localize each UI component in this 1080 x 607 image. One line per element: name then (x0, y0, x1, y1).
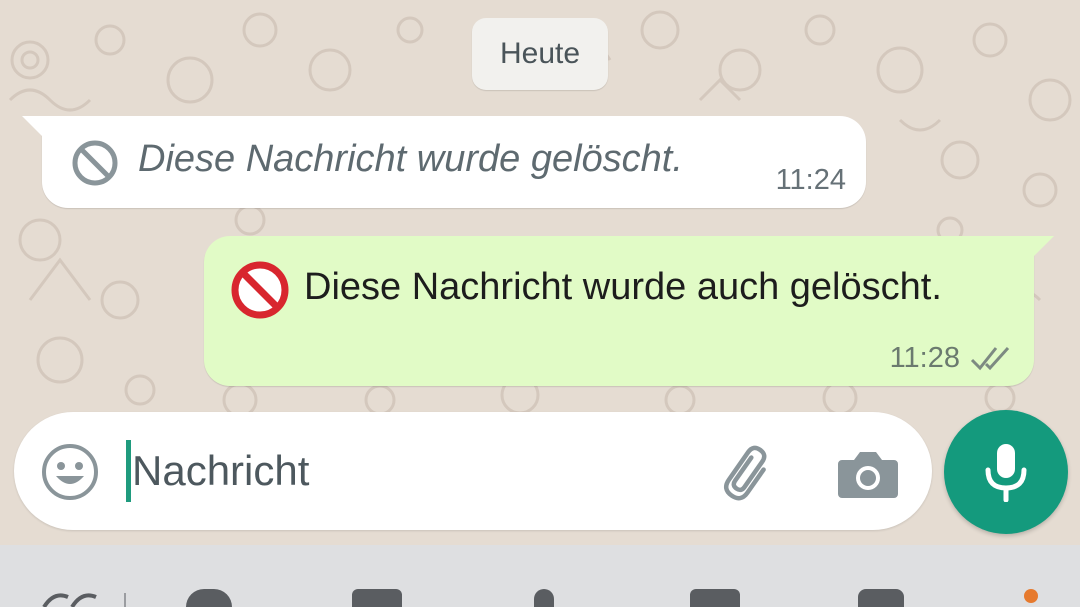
microphone-icon (985, 444, 1027, 502)
outgoing-message-bubble[interactable]: Diese Nachricht wurde auch gelöscht. 11:… (204, 236, 1054, 386)
keyboard-toolbar (0, 545, 1080, 607)
double-check-icon (970, 346, 1010, 371)
microphone-button[interactable] (944, 410, 1068, 534)
keyboard-gif-key[interactable] (690, 589, 740, 607)
camera-icon[interactable] (832, 442, 904, 504)
date-chip: Heute (472, 18, 608, 90)
bubble-tail (1032, 236, 1054, 258)
text-cursor (126, 440, 131, 502)
outgoing-message-time: 11:28 (889, 342, 960, 374)
bubble-tail (22, 116, 44, 138)
emoji-icon[interactable] (40, 442, 100, 502)
incoming-message-bubble[interactable]: Diese Nachricht wurde gelöscht. 11:24 (22, 116, 866, 208)
incoming-message-text: Diese Nachricht wurde gelöscht. (138, 138, 683, 180)
keyboard-clipboard-key[interactable] (352, 589, 402, 607)
keyboard-mic-key[interactable] (534, 589, 554, 607)
keyboard-settings-key[interactable] (858, 589, 904, 607)
message-composer (14, 412, 932, 530)
keyboard-emoji-key[interactable] (186, 589, 232, 607)
prohibited-emoji-icon (231, 261, 289, 319)
outgoing-message-text: Diese Nachricht wurde auch gelöscht. (304, 266, 942, 308)
paperclip-icon[interactable] (714, 442, 786, 504)
deleted-message-icon (72, 140, 118, 186)
message-input[interactable] (132, 436, 692, 506)
keyboard-sync-icon[interactable] (38, 589, 98, 607)
toolbar-divider (124, 593, 126, 607)
notification-dot (1024, 589, 1038, 603)
incoming-message-time: 11:24 (775, 164, 846, 196)
